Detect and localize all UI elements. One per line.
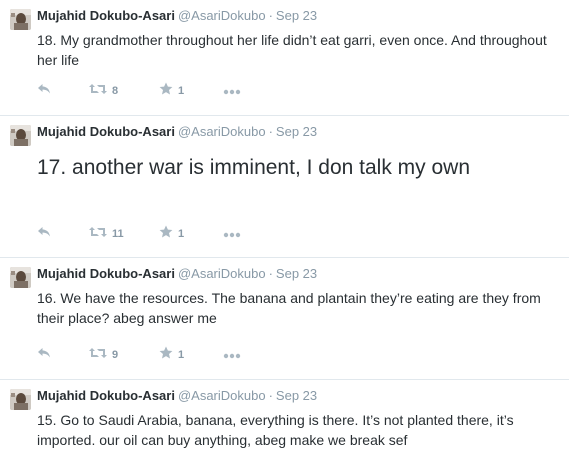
avatar[interactable]	[10, 9, 31, 30]
tweet[interactable]: Mujahid Dokubo-Asari @AsariDokubo · Sep 23 …	[0, 116, 569, 258]
separator-dot: ·	[268, 124, 273, 139]
retweet-count: 8	[112, 85, 119, 97]
reply-button[interactable]	[37, 345, 51, 365]
more-button[interactable]	[223, 224, 241, 244]
more-icon	[223, 225, 241, 243]
retweet-icon	[89, 346, 107, 364]
more-icon	[223, 82, 241, 100]
avatar[interactable]	[10, 389, 31, 410]
tweet-header: Mujahid Dokubo-Asari @AsariDokubo · Sep 23	[37, 7, 317, 25]
retweet-button[interactable]: 8	[89, 81, 118, 101]
retweet-count: 9	[112, 349, 119, 361]
tweet-text: 18. My grandmother throughout her life d…	[37, 32, 547, 68]
star-icon	[159, 346, 173, 364]
timestamp[interactable]: Sep 23	[276, 266, 317, 281]
separator-dot: ·	[268, 388, 273, 403]
fullname[interactable]: Mujahid Dokubo-Asari	[37, 124, 175, 139]
separator-dot: ·	[268, 266, 273, 281]
favorite-count: 1	[178, 85, 185, 97]
retweet-button[interactable]: 11	[89, 224, 124, 244]
reply-button[interactable]	[37, 81, 51, 101]
reply-icon	[37, 225, 51, 243]
favorite-button[interactable]: 1	[159, 81, 184, 101]
tweet[interactable]: Mujahid Dokubo-Asari @AsariDokubo · Sep 23 …	[0, 0, 569, 116]
more-icon	[223, 346, 241, 364]
reply-button[interactable]	[37, 224, 51, 244]
retweet-icon	[89, 82, 107, 100]
tweet[interactable]: Mujahid Dokubo-Asari @AsariDokubo · Sep 23 …	[0, 380, 569, 461]
fullname[interactable]: Mujahid Dokubo-Asari	[37, 388, 175, 403]
tweet-header: Mujahid Dokubo-Asari @AsariDokubo · Sep 23	[37, 265, 317, 283]
avatar[interactable]	[10, 267, 31, 288]
reply-icon	[37, 346, 51, 364]
timestamp[interactable]: Sep 23	[276, 388, 317, 403]
timestamp[interactable]: Sep 23	[276, 124, 317, 139]
tweet-text: 17. another war is imminent, I don talk …	[37, 156, 471, 179]
favorite-button[interactable]: 1	[159, 345, 184, 365]
tweet[interactable]: Mujahid Dokubo-Asari @AsariDokubo · Sep 23 …	[0, 258, 569, 380]
tweet-text: 16. We have the resources. The banana an…	[37, 290, 541, 326]
more-button[interactable]	[223, 345, 241, 365]
tweet-header: Mujahid Dokubo-Asari @AsariDokubo · Sep 23	[37, 123, 317, 141]
avatar[interactable]	[10, 125, 31, 146]
favorite-button[interactable]: 1	[159, 224, 184, 244]
username[interactable]: @AsariDokubo	[178, 8, 266, 23]
username[interactable]: @AsariDokubo	[178, 266, 266, 281]
reply-icon	[37, 82, 51, 100]
tweet-timeline: Mujahid Dokubo-Asari @AsariDokubo · Sep 23 …	[0, 0, 569, 461]
more-button[interactable]	[223, 81, 241, 101]
fullname[interactable]: Mujahid Dokubo-Asari	[37, 266, 175, 281]
fullname[interactable]: Mujahid Dokubo-Asari	[37, 8, 175, 23]
username[interactable]: @AsariDokubo	[178, 124, 266, 139]
timestamp[interactable]: Sep 23	[276, 8, 317, 23]
username[interactable]: @AsariDokubo	[178, 388, 266, 403]
separator-dot: ·	[268, 8, 273, 23]
favorite-count: 1	[178, 228, 185, 240]
star-icon	[159, 82, 173, 100]
favorite-count: 1	[178, 349, 185, 361]
retweet-icon	[89, 225, 107, 243]
retweet-count: 11	[112, 228, 124, 240]
tweet-header: Mujahid Dokubo-Asari @AsariDokubo · Sep 23	[37, 387, 317, 405]
tweet-text: 15. Go to Saudi Arabia, banana, everythi…	[37, 412, 514, 448]
retweet-button[interactable]: 9	[89, 345, 118, 365]
star-icon	[159, 225, 173, 243]
